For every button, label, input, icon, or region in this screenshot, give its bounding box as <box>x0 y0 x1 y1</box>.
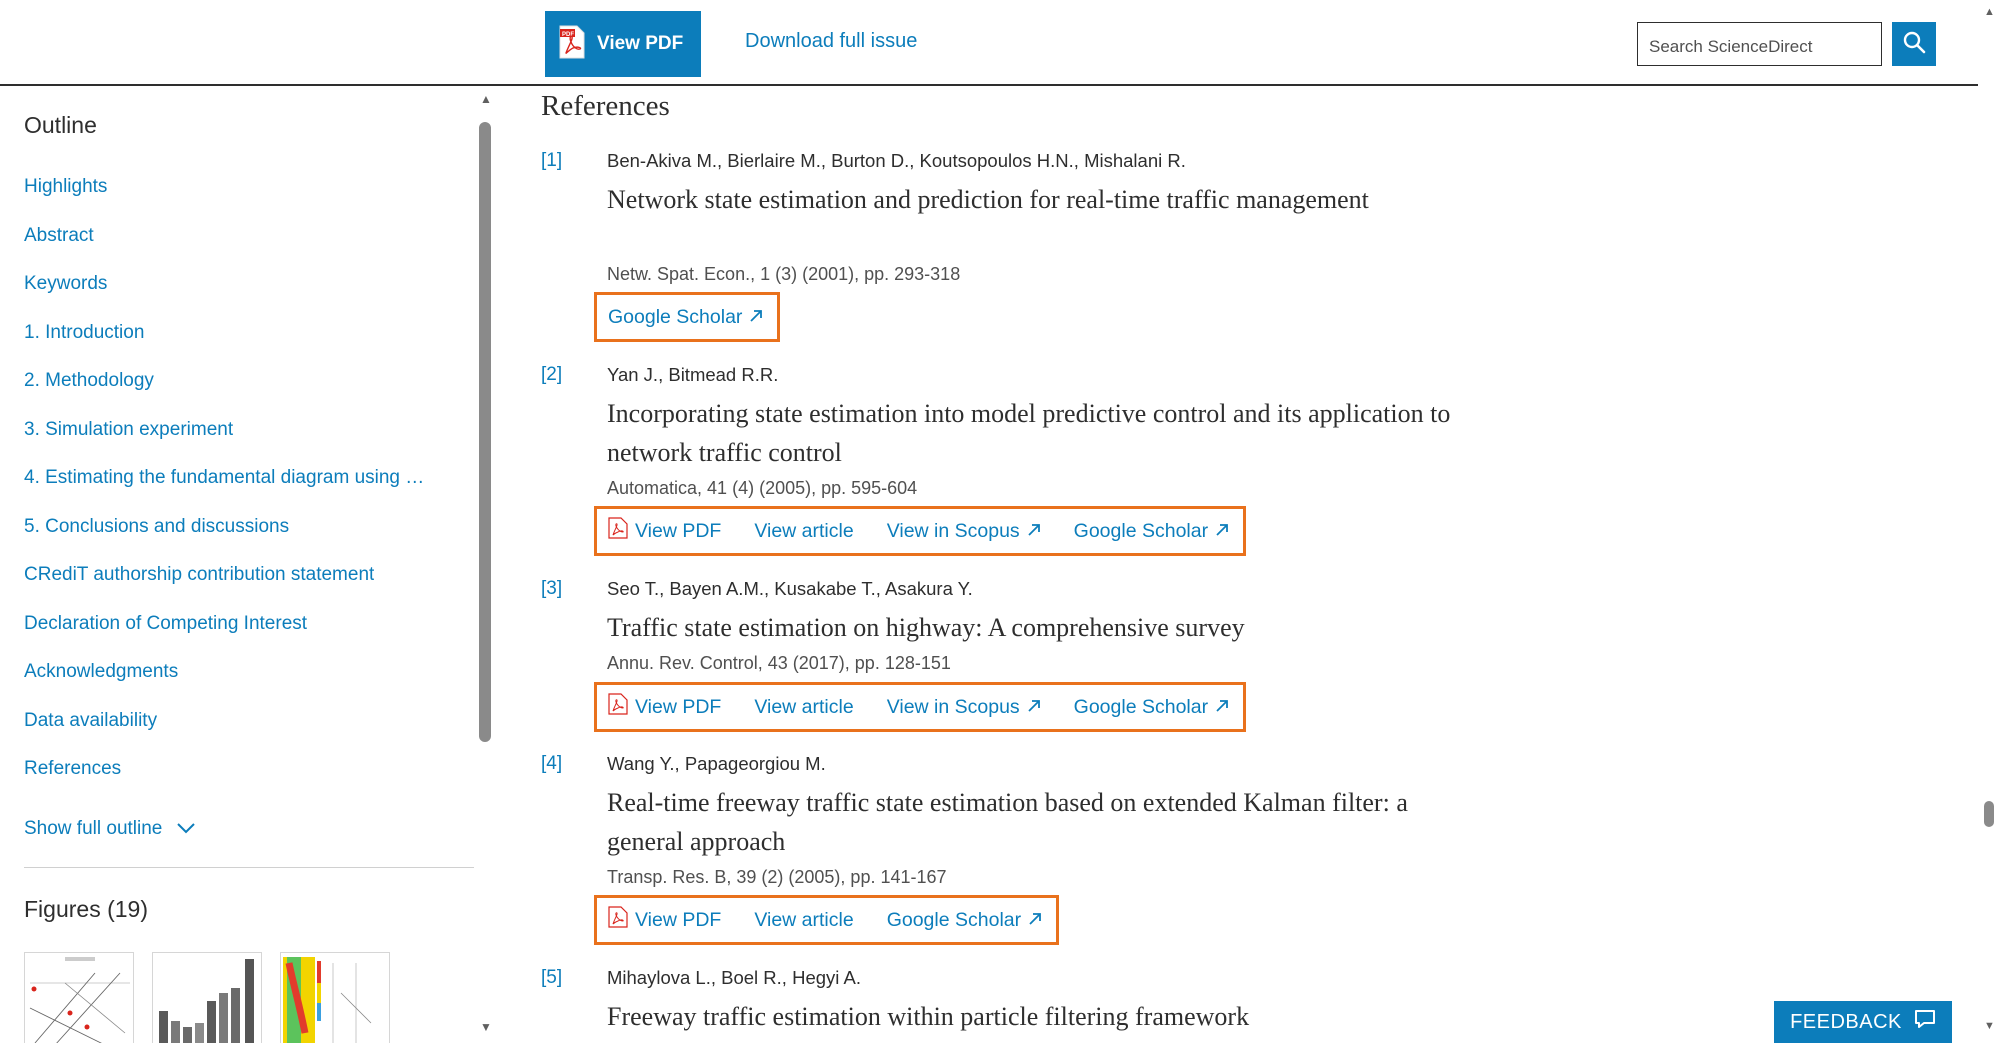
reference-authors: Yan J., Bitmead R.R. <box>607 364 779 385</box>
main-content: References [1] Ben-Akiva M., Bierlaire M… <box>500 88 1970 1043</box>
outline-item-conclusions[interactable]: 5. Conclusions and discussions <box>24 516 424 565</box>
external-link-icon <box>1027 520 1041 543</box>
outline-list: Highlights Abstract Keywords 1. Introduc… <box>24 176 424 807</box>
reference-links-box: Google Scholar <box>594 292 781 342</box>
view-pdf-link[interactable]: View PDF <box>608 693 721 721</box>
outline-item-highlights[interactable]: Highlights <box>24 176 424 225</box>
view-pdf-link[interactable]: View PDF <box>608 906 721 934</box>
feedback-button[interactable]: FEEDBACK <box>1774 1001 1952 1043</box>
view-pdf-link[interactable]: View PDF <box>608 517 721 545</box>
outline-item-simulation-experiment[interactable]: 3. Simulation experiment <box>24 419 424 468</box>
download-full-issue-link[interactable]: Download full issue <box>745 30 917 53</box>
scroll-up-arrow-icon[interactable]: ▲ <box>480 92 492 106</box>
outline-item-credit-statement[interactable]: CRediT authorship contribution statement <box>24 564 424 613</box>
external-link-icon <box>1027 696 1041 719</box>
reference-number[interactable]: [5] <box>541 967 562 989</box>
reference-source: Transp. Res. B, 39 (2) (2005), pp. 141-1… <box>607 867 947 887</box>
pdf-icon: PDF <box>559 25 585 64</box>
show-full-outline-button[interactable]: Show full outline <box>24 818 196 840</box>
search-input[interactable] <box>1638 23 1881 65</box>
chevron-down-icon <box>176 818 196 840</box>
outline-item-fundamental-diagram[interactable]: 4. Estimating the fundamental diagram us… <box>24 467 424 516</box>
search-button[interactable] <box>1892 22 1936 66</box>
pdf-file-icon <box>608 693 628 721</box>
search-box <box>1637 22 1882 66</box>
pdf-file-icon <box>608 517 628 545</box>
pdf-file-icon <box>608 906 628 934</box>
figure-thumbnail[interactable] <box>280 952 390 1043</box>
reference-number[interactable]: [1] <box>541 150 562 172</box>
external-link-icon <box>1215 520 1229 543</box>
view-article-link[interactable]: View article <box>754 520 853 543</box>
show-full-outline-label: Show full outline <box>24 818 163 839</box>
figure-thumbnail[interactable] <box>24 952 134 1043</box>
outline-item-abstract[interactable]: Abstract <box>24 225 424 274</box>
reference-source: Annu. Rev. Control, 43 (2017), pp. 128-1… <box>607 653 951 673</box>
reference-source: Netw. Spat. Econ., 1 (3) (2001), pp. 293… <box>607 264 961 284</box>
reference-source: Automatica, 41 (4) (2005), pp. 595-604 <box>607 478 918 498</box>
google-scholar-link[interactable]: Google Scholar <box>1074 520 1229 543</box>
outline-sidebar: Outline Highlights Abstract Keywords 1. … <box>0 88 500 1043</box>
reference-authors: Mihaylova L., Boel R., Hegyi A. <box>607 967 861 988</box>
reference-title: Traffic state estimation on highway: A c… <box>607 613 1245 642</box>
scroll-down-arrow-icon[interactable]: ▼ <box>480 1020 492 1034</box>
reference-authors: Wang Y., Papageorgiou M. <box>607 753 826 774</box>
view-article-link[interactable]: View article <box>754 696 853 719</box>
outline-item-methodology[interactable]: 2. Methodology <box>24 370 424 419</box>
sidebar-scroll-thumb[interactable] <box>479 122 491 742</box>
figure-thumbnail[interactable] <box>152 952 262 1043</box>
chat-bubble-icon <box>1914 1009 1936 1035</box>
view-article-link[interactable]: View article <box>754 909 853 932</box>
view-in-scopus-link[interactable]: View in Scopus <box>887 696 1041 719</box>
outline-item-competing-interest[interactable]: Declaration of Competing Interest <box>24 613 424 662</box>
outline-title: Outline <box>24 112 97 138</box>
reference-links-box: View PDF View article View in Scopus Goo… <box>594 506 1247 556</box>
reference-title: Incorporating state estimation into mode… <box>607 399 1451 467</box>
scroll-up-arrow-icon[interactable]: ▲ <box>1984 6 1995 18</box>
view-in-scopus-link[interactable]: View in Scopus <box>887 520 1041 543</box>
reference-number[interactable]: [3] <box>541 578 562 600</box>
page-scroll-thumb[interactable] <box>1984 801 1994 827</box>
outline-item-introduction[interactable]: 1. Introduction <box>24 322 424 371</box>
reference-links-box: View PDF View article View in Scopus Goo… <box>594 682 1247 732</box>
reference-number[interactable]: [2] <box>541 364 562 386</box>
google-scholar-link[interactable]: Google Scholar <box>1074 696 1229 719</box>
reference-authors: Seo T., Bayen A.M., Kusakabe T., Asakura… <box>607 578 973 599</box>
sidebar-scrollbar[interactable]: ▲ ▼ <box>476 92 494 1034</box>
figures-title: Figures (19) <box>24 896 148 922</box>
outline-item-keywords[interactable]: Keywords <box>24 273 424 322</box>
google-scholar-link[interactable]: Google Scholar <box>887 909 1042 932</box>
outline-item-data-availability[interactable]: Data availability <box>24 710 424 759</box>
figure-thumbnails <box>24 952 390 1043</box>
scroll-down-arrow-icon[interactable]: ▼ <box>1984 1020 1995 1032</box>
reference-links-box: View PDF View article Google Scholar <box>594 895 1060 945</box>
references-heading: References <box>541 90 670 122</box>
outline-item-references[interactable]: References <box>24 758 424 807</box>
view-pdf-button[interactable]: PDF View PDF <box>545 11 701 77</box>
reference-title: Real-time freeway traffic state estimati… <box>607 788 1408 856</box>
reference-number[interactable]: [4] <box>541 753 562 775</box>
view-pdf-label: View PDF <box>597 33 684 54</box>
sidebar-divider <box>24 867 474 868</box>
feedback-label: FEEDBACK <box>1790 1010 1902 1033</box>
search-icon <box>1902 30 1926 59</box>
reference-title: Network state estimation and prediction … <box>607 185 1369 214</box>
reference-authors: Ben-Akiva M., Bierlaire M., Burton D., K… <box>607 150 1186 171</box>
page-scrollbar[interactable]: ▲ ▼ <box>1978 0 2000 1043</box>
top-toolbar: PDF View PDF Download full issue <box>0 0 2000 86</box>
external-link-icon <box>749 306 763 329</box>
external-link-icon <box>1215 696 1229 719</box>
outline-item-acknowledgments[interactable]: Acknowledgments <box>24 661 424 710</box>
reference-title: Freeway traffic estimation within partic… <box>607 1002 1250 1031</box>
external-link-icon <box>1028 909 1042 932</box>
google-scholar-link[interactable]: Google Scholar <box>608 306 763 329</box>
